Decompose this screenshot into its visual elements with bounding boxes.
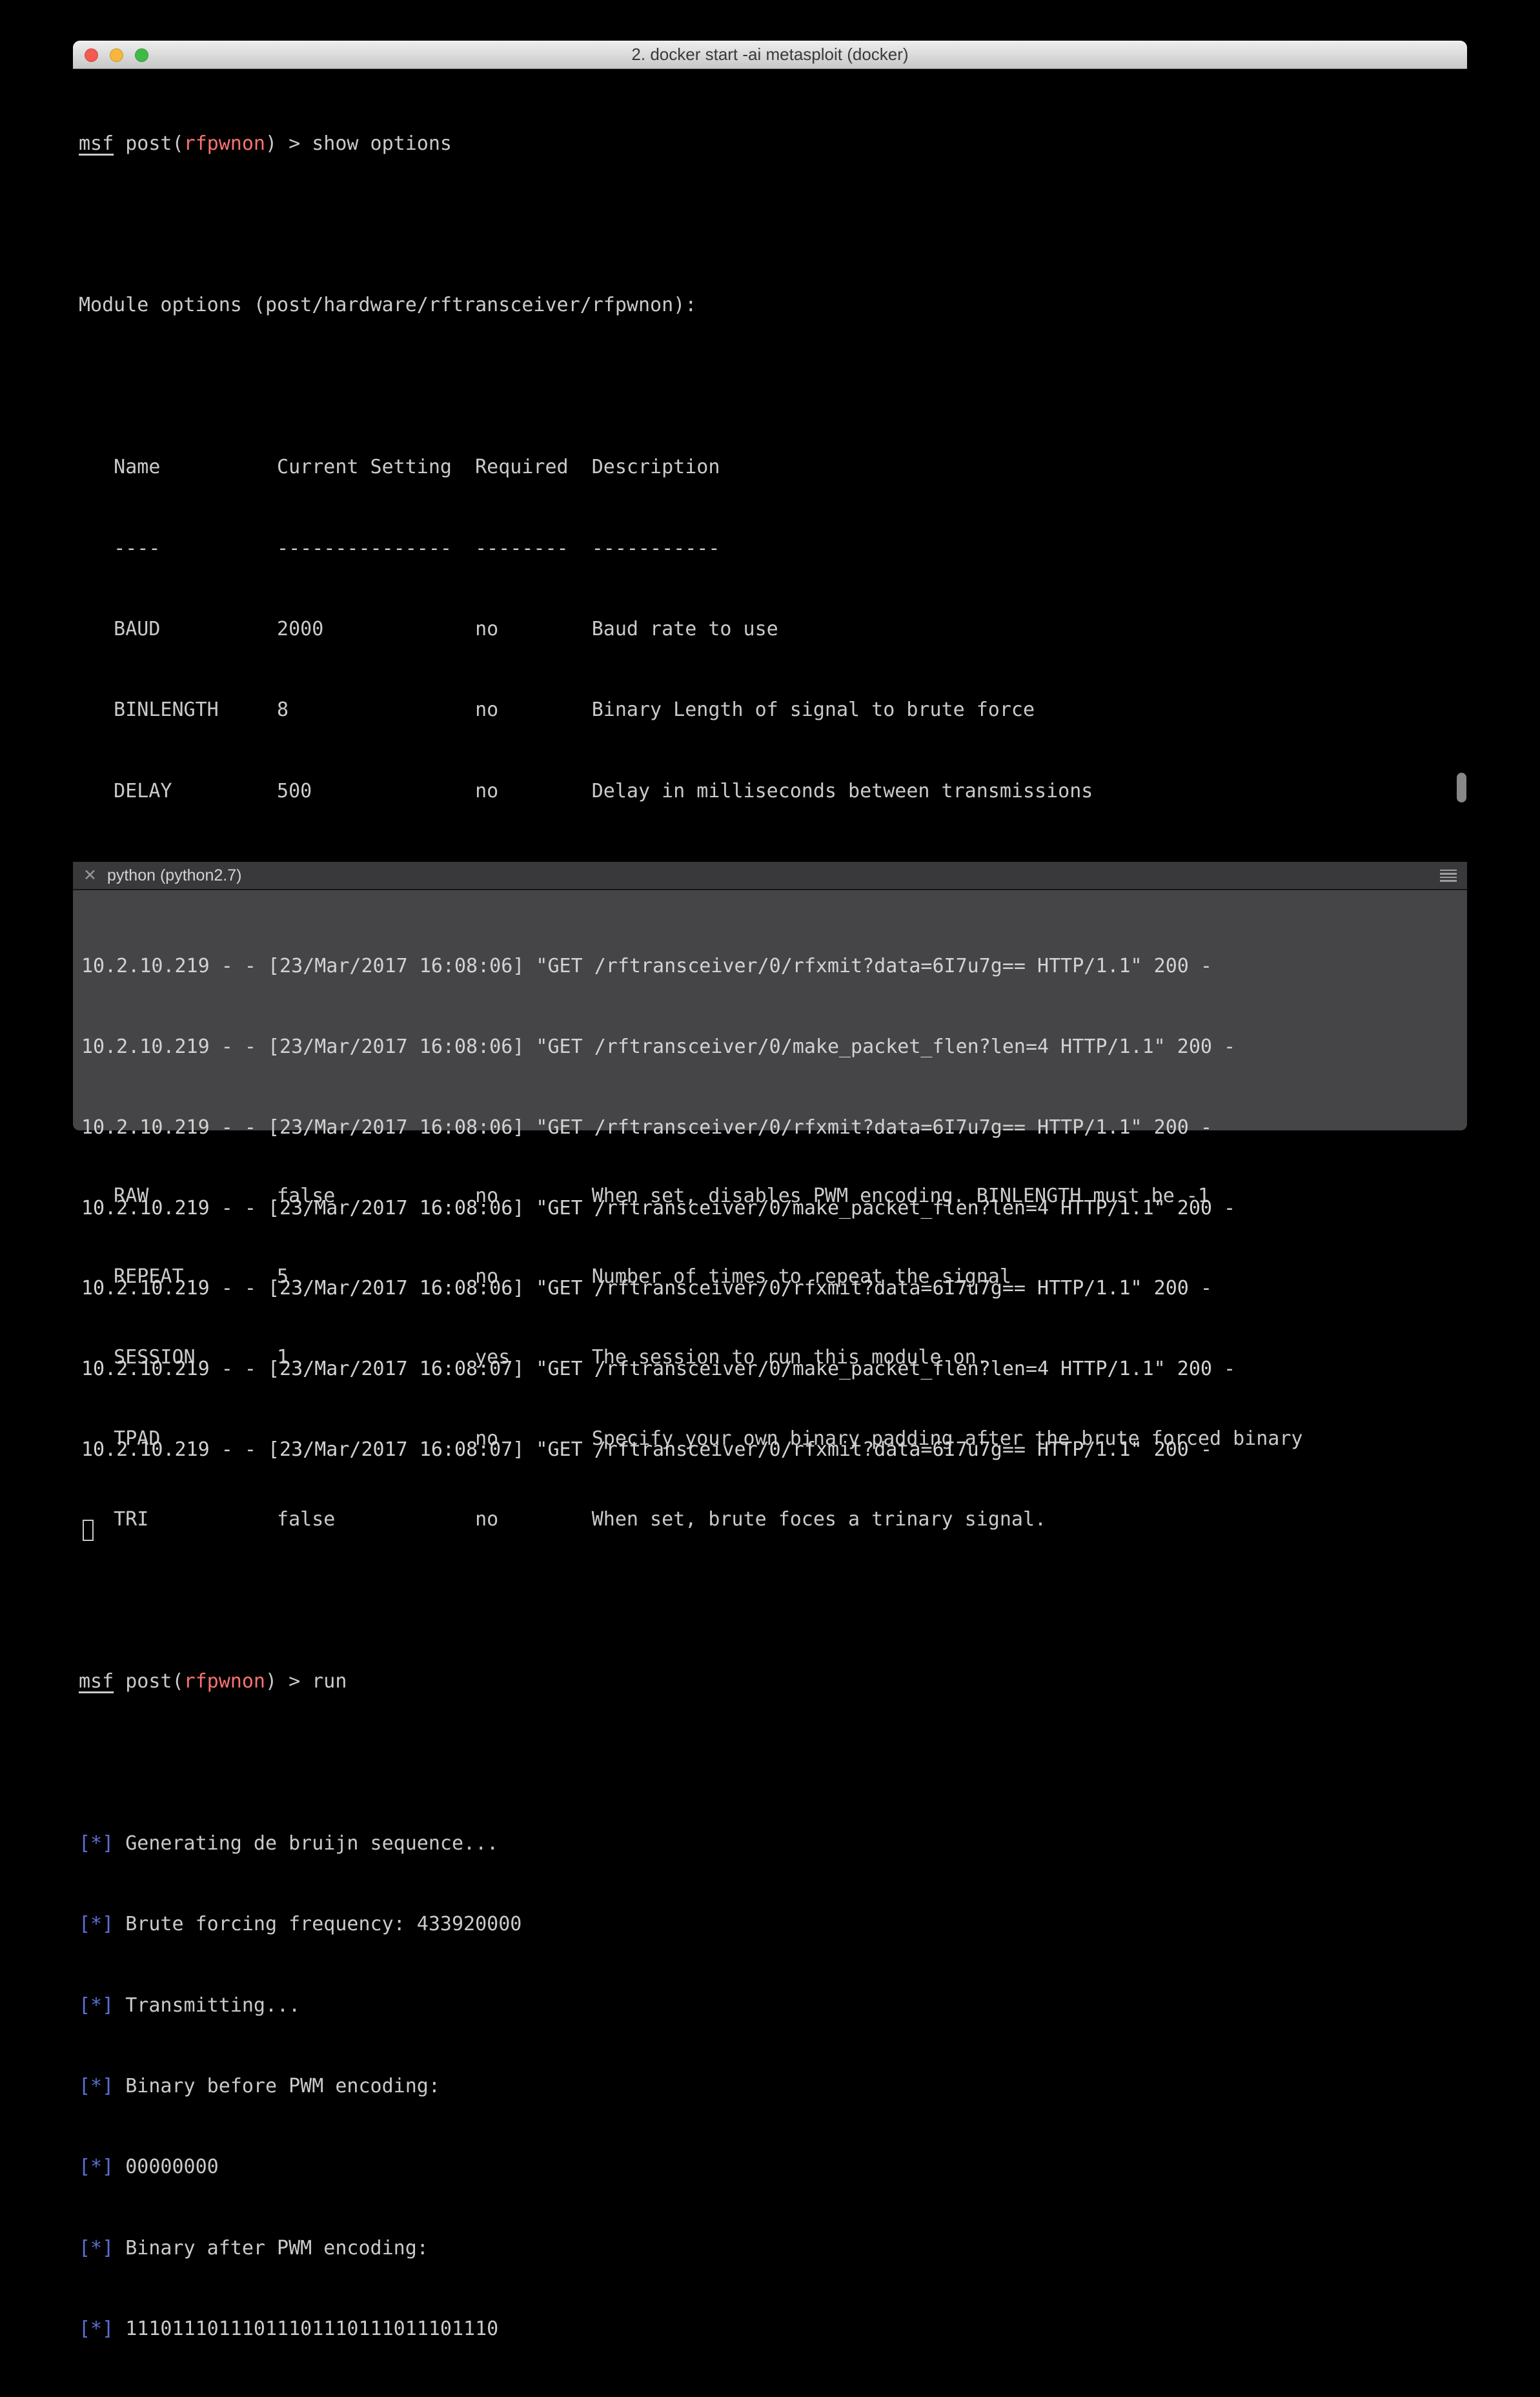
terminal-cursor xyxy=(83,1520,94,1541)
log-line: 10.2.10.219 - - [23/Mar/2017 16:08:06] "… xyxy=(81,1034,1467,1061)
option-setting: 2000 xyxy=(277,616,323,643)
option-row: BAUD 2000 no Baud rate to use xyxy=(79,616,1460,643)
prompt-line-run: msf post(rfpwnon) > run xyxy=(79,1668,1460,1695)
output-line: [*]Transmitting... xyxy=(79,1992,1460,2019)
output-line: [*]Binary after PWM encoding: xyxy=(79,2235,1460,2262)
options-table-header: Name Current Setting Required Descriptio… xyxy=(79,454,1460,481)
status-prefix: [*] xyxy=(79,2318,114,2340)
pane-tab-label[interactable]: python (python2.7) xyxy=(107,866,241,885)
python-pane: ✕ python (python2.7) 10.2.10.219 - - [23… xyxy=(73,862,1467,1130)
msf-prompt: msf xyxy=(79,1670,114,1693)
log-line: 10.2.10.219 - - [23/Mar/2017 16:08:06] "… xyxy=(81,1275,1467,1302)
module-name: rfpwnon xyxy=(184,132,265,155)
output-line: [*]Brute forcing frequency: 433920000 xyxy=(79,1911,1460,1938)
option-required: no xyxy=(475,778,498,805)
prompt-text: post( xyxy=(114,1670,183,1693)
option-description: Delay in milliseconds between transmissi… xyxy=(592,778,1093,805)
option-description: Binary Length of signal to brute force xyxy=(592,697,1035,724)
window-titlebar[interactable]: 2. docker start -ai metasploit (docker) xyxy=(73,41,1467,69)
command-run: run xyxy=(312,1670,347,1693)
option-description: When set, brute foces a trinary signal. xyxy=(592,1506,1046,1533)
option-setting: false xyxy=(277,1506,335,1533)
col-header-name: Name xyxy=(114,454,160,481)
option-setting: 8 xyxy=(277,697,289,724)
output-line: [*]Generating de bruijn sequence... xyxy=(79,1830,1460,1857)
menu-icon[interactable] xyxy=(1440,870,1457,882)
module-name: rfpwnon xyxy=(184,1670,265,1693)
prompt-text: ) > xyxy=(265,1670,312,1693)
options-table-underline: ---- --------------- -------- ----------… xyxy=(79,535,1460,562)
prompt-text: post( xyxy=(114,132,183,155)
terminal-window: 2. docker start -ai metasploit (docker) … xyxy=(73,41,1467,1132)
option-name: TRI xyxy=(114,1506,148,1533)
option-description: Baud rate to use xyxy=(592,616,778,643)
output-line: [*]Binary before PWM encoding: xyxy=(79,2073,1460,2100)
status-prefix: [*] xyxy=(79,1913,114,1935)
option-row: TRI false no When set, brute foces a tri… xyxy=(79,1506,1460,1533)
log-line: 10.2.10.219 - - [23/Mar/2017 16:08:06] "… xyxy=(81,953,1467,980)
command-show-options: show options xyxy=(312,132,452,155)
log-line: 10.2.10.219 - - [23/Mar/2017 16:08:07] "… xyxy=(81,1356,1467,1383)
log-line: 10.2.10.219 - - [23/Mar/2017 16:08:06] "… xyxy=(81,1114,1467,1141)
module-options-title: Module options (post/hardware/rftranscei… xyxy=(79,292,1460,319)
col-header-description: Description xyxy=(592,454,720,481)
prompt-text: ) > xyxy=(265,132,312,155)
log-line: 10.2.10.219 - - [23/Mar/2017 16:08:06] "… xyxy=(81,1195,1467,1222)
option-name: BINLENGTH xyxy=(114,697,219,724)
output-line: [*]11101110111011101110111011101110 xyxy=(79,2316,1460,2343)
output-line: [*]00000000 xyxy=(79,2154,1460,2181)
status-prefix: [*] xyxy=(79,2156,114,2178)
option-row: DELAY 500 no Delay in milliseconds betwe… xyxy=(79,778,1460,805)
http-log: 10.2.10.219 - - [23/Mar/2017 16:08:06] "… xyxy=(73,890,1467,1130)
col-header-required: Required xyxy=(475,454,569,481)
option-required: no xyxy=(475,697,498,724)
option-row: BINLENGTH 8 no Binary Length of signal t… xyxy=(79,697,1460,724)
scrollbar-thumb[interactable] xyxy=(1457,773,1466,802)
status-prefix: [*] xyxy=(79,1832,114,1855)
close-pane-icon[interactable]: ✕ xyxy=(83,868,97,884)
window-title: 2. docker start -ai metasploit (docker) xyxy=(73,41,1467,68)
option-required: no xyxy=(475,1506,498,1533)
option-name: BAUD xyxy=(114,616,160,643)
status-prefix: [*] xyxy=(79,1994,114,2017)
status-prefix: [*] xyxy=(79,2237,114,2259)
option-setting: 500 xyxy=(277,778,312,805)
pane-tabbar: ✕ python (python2.7) xyxy=(73,862,1467,890)
option-required: no xyxy=(475,616,498,643)
col-header-setting: Current Setting xyxy=(277,454,452,481)
prompt-line-show-options: msf post(rfpwnon) > show options xyxy=(79,130,1460,158)
msf-prompt: msf xyxy=(79,132,114,155)
status-prefix: [*] xyxy=(79,2075,114,2097)
option-name: DELAY xyxy=(114,778,172,805)
log-line: 10.2.10.219 - - [23/Mar/2017 16:08:07] "… xyxy=(81,1436,1467,1464)
